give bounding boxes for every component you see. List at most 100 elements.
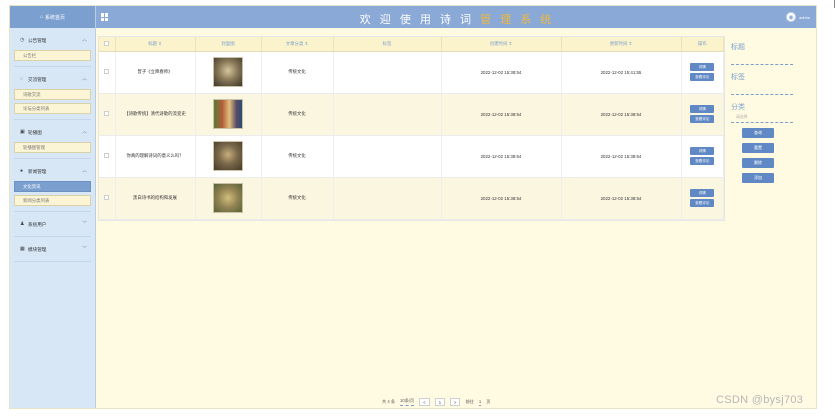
table-row[interactable]: 你真的理解诗词的意义么吗？ 传统文化 2022-12-02 15:38:54 2022… [99,135,724,178]
prev-page-button[interactable]: < [419,398,430,406]
reset-button[interactable]: 重置 [742,143,774,153]
divider [14,211,91,212]
goto-input[interactable]: 1 [478,399,482,406]
col-actions: 操作 [681,37,724,52]
filter-category-label: 分类 [731,104,745,111]
row-title: 曾子《立降春师》 [115,51,196,94]
filter-panel: 标题 标签 分类 请选择 查询 重置 删除 添加 [728,36,814,221]
sidebar-home-label: 系统首页 [45,14,66,21]
divider [14,261,91,262]
view-comments-button[interactable]: 查看评论 [690,157,715,165]
col-created[interactable]: 创建时间 ⇕ [441,37,562,52]
divider [14,66,91,67]
col-tag: 标签 [333,37,442,52]
row-created: 2022-12-02 15:38:54 [441,135,562,178]
image-icon: ▣ [20,129,25,135]
table-row[interactable]: 【诗歌传统】清代诗歌的流变史 传统文化 2022-12-02 15:38:54 202… [99,93,724,136]
chevron-up-icon: ︿ [81,129,87,135]
grid-icon: ▦ [20,246,25,252]
row-actions: 详情 查看评论 [681,93,724,136]
table-row[interactable]: 黑白诗书的结构和发展 传统文化 2022-12-02 15:38:54 2022-12… [99,177,724,220]
menu-head-users[interactable]: ♟ 系统用户 ﹀ [14,218,91,231]
filter-tag-label: 标签 [731,74,745,81]
row-actions: 详情 查看评论 [681,177,724,220]
detail-button[interactable]: 详情 [690,105,715,113]
divider [14,158,91,159]
row-updated: 2022-12-02 15:38:54 [561,93,682,136]
row-tag [333,51,442,94]
avatar[interactable]: ◉ [786,12,797,22]
username: admin [799,14,810,20]
cover-thumbnail[interactable] [213,183,243,213]
row-checkbox[interactable] [104,69,110,74]
select-all-checkbox[interactable] [104,40,110,46]
chevron-down-icon: ﹀ [81,246,87,252]
app-window: ⌂ 系统首页 ◷ 公告管理 ︿ 公告栏 ◌ 交流管理 ︿ 诗歌交流 论坛分类列表 [9,5,817,409]
cover-thumbnail[interactable] [213,141,243,171]
query-button[interactable]: 查询 [742,128,774,138]
add-button[interactable]: 添加 [742,173,774,183]
detail-button[interactable]: 详情 [690,189,715,197]
watermark: CSDN @bysj703 [716,394,804,406]
col-title[interactable]: 标题 ⇕ [115,37,196,52]
row-checkbox[interactable] [104,195,110,200]
menu-label: 新闻管理 [28,168,47,174]
table-row[interactable]: 曾子《立降春师》 传统文化 2022-12-02 15:38:54 2022-12-0… [99,51,724,94]
row-select-cell [99,93,116,136]
filter-tag-input[interactable] [731,94,793,95]
cover-thumbnail[interactable] [213,57,243,87]
col-updated[interactable]: 更新时间 ⇕ [561,37,682,52]
cover-thumbnail[interactable] [213,99,243,129]
sidebar-item-forum-category[interactable]: 论坛分类列表 [14,103,91,114]
col-category[interactable]: 文章分类 ⇕ [261,37,334,52]
row-tag [333,135,442,178]
chevron-up-icon: ︿ [81,76,87,82]
sidebar-item-notice-board[interactable]: 公告栏 [14,50,91,61]
current-page[interactable]: 1 [434,398,446,406]
table-header-row: 标题 ⇕ 封面图 文章分类 ⇕ 标签 创建时间 ⇕ 更新时间 ⇕ 操作 [99,37,724,52]
sidebar-item-news-category[interactable]: 新闻分类列表 [14,195,91,206]
sidebar-item-carousel-manage[interactable]: 轮播图管理 [14,142,91,153]
menu-head-exchange[interactable]: ◌ 交流管理 ︿ [14,73,91,86]
title-prefix: 欢 迎 使 用 诗 词 [359,14,481,26]
menu-label: 轮播图 [28,129,42,135]
next-page-button[interactable]: > [450,398,461,406]
pagination: 共 4 条 10条/页 < 1 > 前往 1 页 [382,398,490,406]
menu-group-modules: ▦ 模块管理 ﹀ [14,243,91,262]
chevron-up-icon: ︿ [81,168,87,174]
title-highlight: 管 理 系 统 [480,14,555,26]
row-checkbox[interactable] [104,153,110,158]
row-updated: 2022-12-02 15:38:54 [561,135,682,178]
menu-head-news[interactable]: ● 新闻管理 ︿ [14,165,91,178]
user-menu[interactable]: ◉ admin [786,12,810,22]
row-checkbox[interactable] [104,111,110,116]
row-created: 2022-12-02 15:38:54 [441,93,562,136]
row-actions: 详情 查看评论 [681,51,724,94]
view-comments-button[interactable]: 查看评论 [690,73,715,81]
page-size-select[interactable]: 10条/页 [400,398,415,406]
sidebar-home[interactable]: ⌂ 系统首页 [10,6,95,28]
delete-button[interactable]: 删除 [742,158,774,168]
row-created: 2022-12-02 15:38:54 [441,51,562,94]
menu-group-news: ● 新闻管理 ︿ 文化资讯 新闻分类列表 [14,165,91,212]
filter-category-select[interactable]: 请选择 [736,115,814,120]
filter-title-input[interactable] [731,64,793,65]
row-updated: 2022-12-02 15:38:54 [561,177,682,220]
view-comments-button[interactable]: 查看评论 [690,199,715,207]
sidebar-item-poem-exchange[interactable]: 诗歌交流 [14,89,91,100]
menu-head-notice[interactable]: ◷ 公告管理 ︿ [14,34,91,47]
menu-head-modules[interactable]: ▦ 模块管理 ﹀ [14,243,91,256]
col-cover: 封面图 [195,37,262,52]
view-comments-button[interactable]: 查看评论 [690,115,715,123]
detail-button[interactable]: 详情 [690,147,715,155]
chevron-up-icon: ︿ [81,37,87,43]
goto-suffix: 页 [486,399,491,404]
row-cover-cell [195,177,262,220]
sidebar-item-culture-news[interactable]: 文化资讯 [14,181,91,192]
detail-button[interactable]: 详情 [690,63,715,71]
menu-head-carousel[interactable]: ▣ 轮播图 ︿ [14,126,91,139]
goto-label: 前往 [465,399,474,404]
row-select-cell [99,135,116,178]
sidebar: ⌂ 系统首页 ◷ 公告管理 ︿ 公告栏 ◌ 交流管理 ︿ 诗歌交流 论坛分类列表 [10,6,96,408]
row-created: 2022-12-02 15:38:54 [441,177,562,220]
